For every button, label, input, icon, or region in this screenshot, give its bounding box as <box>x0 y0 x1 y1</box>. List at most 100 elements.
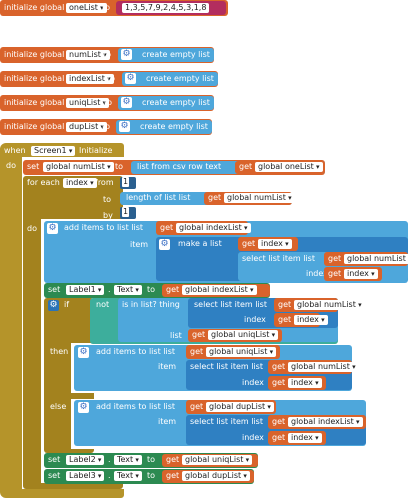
add-items-uniqlist-block[interactable]: ⚙ add items to list list item get global… <box>74 345 359 391</box>
get-numlist-block[interactable]: get global numList <box>324 252 408 266</box>
gear-icon[interactable]: ⚙ <box>125 73 136 84</box>
get-duplist-block[interactable]: get global dupList <box>162 470 254 483</box>
number-block-from[interactable]: 1 <box>120 177 136 189</box>
var-dropdown[interactable]: global numList <box>294 300 365 310</box>
text-value-field[interactable]: 1,3,5,7,9,2,4,5,3,1,8 <box>122 3 210 13</box>
get-uniqlist-block[interactable]: get global uniqList <box>186 345 280 359</box>
var-dropdown[interactable]: global dupList <box>206 402 274 412</box>
select-list-item-block[interactable]: select list item list index get global i… <box>186 415 366 445</box>
init-global-indexlist-block[interactable]: initialize global indexList to ⚙ create … <box>0 71 218 87</box>
to-label: to <box>103 195 112 204</box>
number-block-by[interactable]: 1 <box>120 207 136 219</box>
component-dropdown[interactable]: Screen1 <box>31 146 76 156</box>
create-empty-list-block[interactable]: ⚙ create empty list <box>118 48 214 62</box>
gear-icon[interactable]: ⚙ <box>48 300 59 311</box>
create-empty-list-block[interactable]: ⚙ create empty list <box>118 96 214 110</box>
get-indexlist-block[interactable]: get global indexList <box>156 221 251 235</box>
var-name-field[interactable]: dupList <box>66 122 107 132</box>
set-label2-text-block[interactable]: set Label2 . Text to get global uniqList <box>44 453 258 468</box>
number-value[interactable]: 1 <box>122 177 129 187</box>
property-dropdown[interactable]: Text <box>114 455 142 465</box>
get-index-block[interactable]: get index <box>268 376 326 390</box>
var-dropdown[interactable]: global indexList <box>288 417 363 427</box>
var-dropdown[interactable]: global uniqList <box>206 347 277 357</box>
gear-icon[interactable]: ⚙ <box>47 223 58 234</box>
init-global-onelist-block[interactable]: initialize global oneList to 1,3,5,7,9,2… <box>0 0 228 16</box>
get-label: get <box>166 455 180 464</box>
get-duplist-block[interactable]: get global dupList <box>186 400 276 414</box>
get-numlist-block[interactable]: get global numList <box>204 192 295 205</box>
get-uniqlist-block[interactable]: get global uniqList <box>188 329 282 342</box>
init-keyword: initialize global <box>4 74 65 83</box>
add-items-indexlist-block[interactable]: ⚙ add items to list list item get global… <box>44 221 408 283</box>
get-onelist-block[interactable]: get global oneList <box>235 161 325 174</box>
init-global-numlist-block[interactable]: initialize global numList to ⚙ create em… <box>0 47 214 63</box>
index-label: index <box>242 433 264 442</box>
get-index-block[interactable]: get index <box>324 267 382 281</box>
get-numlist-block[interactable]: get global numList <box>268 360 359 374</box>
set-label1-text-block[interactable]: set Label1 . Text to get global indexLis… <box>44 283 270 298</box>
create-empty-list-block[interactable]: ⚙ create empty list <box>122 72 218 86</box>
init-global-duplist-block[interactable]: initialize global dupList to ⚙ create em… <box>0 119 212 135</box>
get-index-block[interactable]: get index <box>238 237 298 251</box>
to-label: to <box>102 3 111 12</box>
get-label: get <box>208 193 222 202</box>
var-name-field[interactable]: oneList <box>66 3 107 13</box>
do-label: do <box>27 224 37 233</box>
gear-icon[interactable]: ⚙ <box>119 121 130 132</box>
length-of-list-block[interactable]: length of list list get global numList <box>120 192 295 205</box>
property-dropdown[interactable]: Text <box>114 285 142 295</box>
property-dropdown[interactable]: Text <box>114 471 142 481</box>
gear-icon[interactable]: ⚙ <box>121 97 132 108</box>
gear-icon[interactable]: ⚙ <box>78 402 89 413</box>
get-label: get <box>272 433 286 442</box>
make-a-list-block[interactable]: ⚙ make a list get index select list item… <box>156 237 408 281</box>
var-dropdown[interactable]: global numList <box>43 162 114 172</box>
number-value[interactable]: 1 <box>122 207 129 217</box>
var-dropdown[interactable]: index <box>344 269 378 279</box>
var-dropdown[interactable]: global oneList <box>255 162 323 172</box>
select-list-item-block[interactable]: select list item list index get global n… <box>186 360 359 390</box>
var-dropdown[interactable]: index <box>294 315 328 325</box>
gear-icon[interactable]: ⚙ <box>159 239 170 250</box>
get-label: get <box>272 362 286 371</box>
var-dropdown[interactable]: global numList <box>344 254 408 264</box>
not-block[interactable]: not is in list? thing list select list i… <box>90 298 365 344</box>
init-global-uniqlist-block[interactable]: initialize global uniqList to ⚙ create e… <box>0 95 214 111</box>
get-label: get <box>166 471 180 480</box>
text-string-block[interactable]: 1,3,5,7,9,2,4,5,3,1,8 <box>116 1 226 15</box>
component-dropdown[interactable]: Label1 <box>66 285 105 295</box>
get-uniqlist-block[interactable]: get global uniqList <box>162 454 258 467</box>
set-numlist-block[interactable]: set global numList to list from csv row … <box>23 160 325 175</box>
gear-icon[interactable]: ⚙ <box>121 49 132 60</box>
is-in-list-block[interactable]: is in list? thing list select list item … <box>118 298 365 342</box>
var-dropdown[interactable]: global numList <box>288 362 359 372</box>
create-empty-list-block[interactable]: ⚙ create empty list <box>116 120 212 134</box>
var-dropdown[interactable]: global dupList <box>182 471 250 481</box>
var-dropdown[interactable]: index <box>288 433 322 443</box>
set-label3-text-block[interactable]: set Label3 . Text to get global dupList <box>44 469 254 484</box>
get-numlist-block[interactable]: get global numList <box>274 298 365 312</box>
var-dropdown[interactable]: global uniqList <box>208 330 279 340</box>
select-list-item-block[interactable]: select list item list index get global n… <box>238 252 408 281</box>
loop-var-field[interactable]: index <box>63 178 97 188</box>
select-list-item-block[interactable]: select list item list index get global n… <box>188 298 365 328</box>
component-dropdown[interactable]: Label3 <box>66 471 105 481</box>
var-dropdown[interactable]: global uniqList <box>182 455 253 465</box>
var-dropdown[interactable]: index <box>288 378 322 388</box>
get-label: get <box>239 162 253 171</box>
get-indexlist-block[interactable]: get global indexList <box>268 415 366 429</box>
gear-icon[interactable]: ⚙ <box>78 347 89 358</box>
var-name-field[interactable]: uniqList <box>66 98 110 108</box>
var-dropdown[interactable]: index <box>258 239 292 249</box>
var-dropdown[interactable]: global indexList <box>176 223 251 233</box>
list-from-csv-block[interactable]: list from csv row text get global oneLis… <box>131 161 325 174</box>
get-indexlist-block[interactable]: get global indexList <box>162 284 270 297</box>
component-dropdown[interactable]: Label2 <box>66 455 105 465</box>
var-dropdown[interactable]: global indexList <box>182 285 257 295</box>
add-items-duplist-block[interactable]: ⚙ add items to list list item get global… <box>74 400 366 446</box>
csv-label: list from csv row text <box>137 162 222 171</box>
get-index-block[interactable]: get index <box>274 313 328 327</box>
var-dropdown[interactable]: global numList <box>224 193 295 203</box>
get-index-block[interactable]: get index <box>268 431 326 445</box>
